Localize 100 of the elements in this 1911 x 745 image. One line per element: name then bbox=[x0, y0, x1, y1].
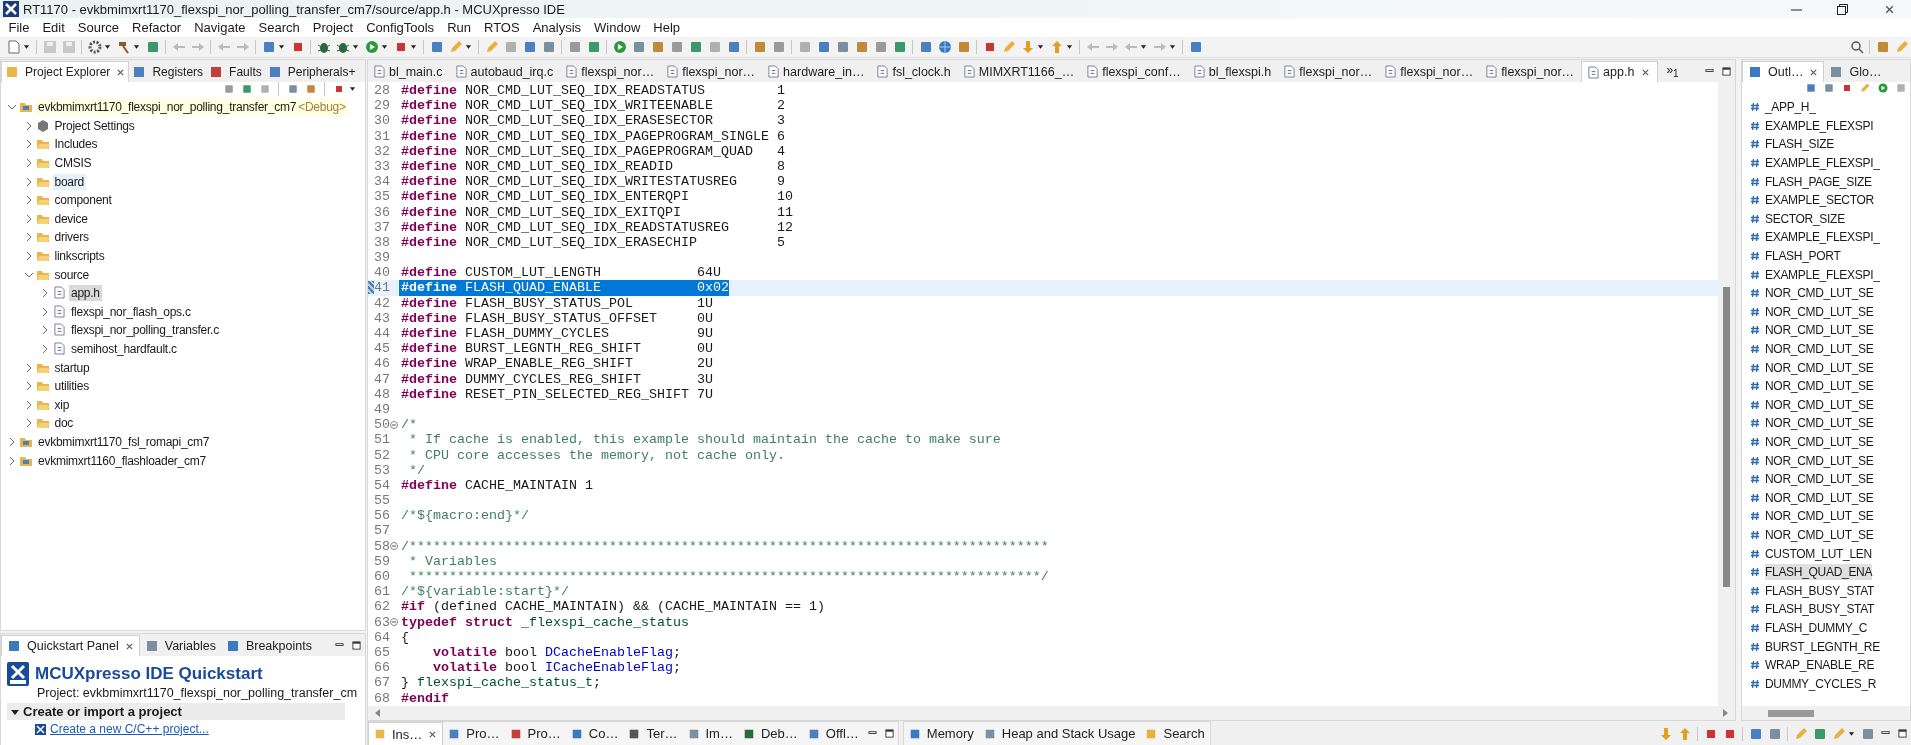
outline-item[interactable]: EXAMPLE_FLEXSPI_ bbox=[1765, 155, 1880, 172]
tab[interactable]: Registers bbox=[129, 61, 207, 82]
editor-tab[interactable]: fsl_clock.h bbox=[871, 61, 958, 82]
search-icon[interactable] bbox=[1848, 39, 1865, 55]
editor-tab[interactable]: flexspi_nor… bbox=[1379, 61, 1481, 82]
tree-item[interactable]: evkmimxrt1160_flashloader_cm7 bbox=[36, 452, 208, 469]
tree-item[interactable]: source bbox=[52, 266, 92, 283]
chevron-icon[interactable] bbox=[40, 306, 50, 317]
fold-icon[interactable] bbox=[390, 618, 398, 627]
close-icon[interactable] bbox=[124, 641, 134, 651]
tree-item[interactable]: drivers bbox=[52, 229, 91, 246]
scroll-right-icon[interactable] bbox=[1721, 709, 1729, 717]
menu-item[interactable]: RTOS bbox=[477, 20, 527, 35]
square-icon[interactable] bbox=[258, 82, 271, 95]
chevron-icon[interactable] bbox=[40, 344, 50, 354]
outline-item[interactable]: FLASH_QUAD_ENA bbox=[1765, 564, 1873, 581]
tree-item[interactable]: flexspi_nor_polling_transfer.c bbox=[69, 322, 221, 339]
tree-item[interactable]: app.h bbox=[69, 285, 102, 302]
menu-item[interactable]: Project bbox=[306, 20, 360, 35]
tab[interactable]: Project Explorer bbox=[1, 61, 130, 82]
outline-item[interactable]: NOR_CMD_LUT_SE bbox=[1765, 396, 1874, 413]
chevron-icon[interactable] bbox=[7, 437, 17, 447]
menu-item[interactable]: Refactor bbox=[125, 20, 188, 35]
editor-tab[interactable]: app.h bbox=[1581, 61, 1659, 82]
menu-item[interactable]: ConfigTools bbox=[359, 20, 441, 35]
close-icon[interactable] bbox=[428, 729, 438, 739]
play-icon[interactable] bbox=[1876, 82, 1889, 94]
play-icon[interactable] bbox=[611, 39, 628, 55]
tree-item[interactable]: utilities bbox=[52, 378, 91, 395]
outline-item[interactable]: NOR_CMD_LUT_SE bbox=[1765, 508, 1874, 525]
square-icon[interactable] bbox=[1804, 82, 1817, 94]
square-icon[interactable] bbox=[240, 82, 253, 95]
restore-icon[interactable] bbox=[1836, 3, 1848, 15]
editor-tab[interactable]: flexspi_nor… bbox=[1278, 61, 1380, 82]
tab[interactable]: Glo… bbox=[1824, 61, 1887, 82]
editor-tab[interactable]: flexspi_nor… bbox=[661, 61, 763, 82]
tree-item[interactable]: startup bbox=[52, 359, 92, 376]
outline-item[interactable]: WRAP_ENABLE_RE bbox=[1765, 657, 1875, 674]
outline-item[interactable]: FLASH_BUSY_STAT bbox=[1765, 582, 1875, 599]
outline-item[interactable]: NOR_CMD_LUT_SE bbox=[1765, 341, 1874, 357]
tab[interactable]: Pro… bbox=[504, 722, 566, 745]
tab[interactable]: Variables bbox=[139, 635, 221, 656]
editor-tab[interactable]: bl_flexspi.h bbox=[1187, 61, 1279, 82]
maximize-icon[interactable] bbox=[1722, 66, 1731, 76]
outline-item[interactable]: FLASH_SIZE bbox=[1765, 136, 1835, 153]
outline-item[interactable]: NOR_CMD_LUT_SE bbox=[1765, 526, 1874, 543]
more-tabs-button[interactable]: »$_{1}$ bbox=[1658, 62, 1687, 80]
tab[interactable]: Ins… bbox=[368, 722, 444, 745]
editor-tab[interactable]: flexspi_conf… bbox=[1081, 61, 1188, 82]
tree-item[interactable]: device bbox=[52, 210, 90, 227]
square-icon[interactable] bbox=[222, 82, 235, 95]
tab[interactable]: Breakpoints bbox=[220, 635, 317, 656]
maximize-icon[interactable] bbox=[1898, 729, 1907, 738]
outline-item[interactable]: NOR_CMD_LUT_SE bbox=[1765, 415, 1874, 432]
tab[interactable]: Memory bbox=[903, 722, 979, 745]
outline-item[interactable]: NOR_CMD_LUT_SE bbox=[1765, 378, 1874, 395]
tab[interactable]: Quickstart Panel bbox=[1, 635, 140, 656]
gear-icon[interactable] bbox=[86, 39, 103, 55]
editor-tab[interactable]: bl_main.c bbox=[368, 61, 450, 82]
tab[interactable]: Co… bbox=[565, 722, 624, 745]
scroll-left-icon[interactable] bbox=[374, 709, 382, 717]
tree-item[interactable]: component bbox=[52, 192, 114, 209]
tree-item[interactable]: semihost_hardfault.c bbox=[69, 341, 179, 357]
editor-tab[interactable]: hardware_in… bbox=[762, 61, 872, 82]
outline-item[interactable]: NOR_CMD_LUT_SE bbox=[1765, 434, 1874, 450]
chevron-icon[interactable] bbox=[40, 288, 50, 299]
menu-item[interactable]: Run bbox=[440, 20, 478, 35]
tab[interactable]: Ter… bbox=[623, 722, 683, 745]
editor-tab[interactable]: flexspi_nor… bbox=[1480, 61, 1582, 82]
outline-item[interactable]: NOR_CMD_LUT_SE bbox=[1765, 452, 1874, 469]
outline-item[interactable]: _APP_H_ bbox=[1765, 99, 1816, 116]
tree-item[interactable]: evkbmimxrt1170_fsl_romapi_cm7 bbox=[36, 434, 212, 450]
close-icon[interactable] bbox=[116, 67, 126, 77]
outline-item[interactable]: EXAMPLE_FLEXSPI_ bbox=[1765, 229, 1880, 246]
tab[interactable]: Deb… bbox=[737, 722, 803, 745]
outline-item[interactable]: NOR_CMD_LUT_SE bbox=[1765, 359, 1874, 376]
outline-item[interactable]: NOR_CMD_LUT_SE bbox=[1765, 303, 1874, 320]
close-icon[interactable] bbox=[1641, 67, 1651, 77]
outline-item[interactable]: EXAMPLE_FLEXSPI_ bbox=[1765, 266, 1880, 283]
tab[interactable]: Search bbox=[1140, 722, 1210, 745]
globe-icon[interactable] bbox=[936, 39, 953, 55]
editor-tab[interactable]: flexspi_nor… bbox=[560, 61, 662, 82]
outline-item[interactable]: NOR_CMD_LUT_SE bbox=[1765, 489, 1874, 506]
maximize-icon[interactable] bbox=[884, 729, 894, 738]
menu-item[interactable]: Edit bbox=[35, 20, 72, 35]
tab[interactable]: Pro… bbox=[443, 722, 505, 745]
outline-item[interactable]: FLASH_PORT bbox=[1765, 248, 1841, 265]
outline-item[interactable]: NOR_CMD_LUT_SE bbox=[1765, 285, 1874, 302]
outline-item[interactable]: BURST_LEGNTH_RE bbox=[1765, 638, 1880, 655]
outline-item[interactable]: DUMMY_CYCLES_R bbox=[1765, 675, 1877, 692]
editor-tab[interactable]: autobaud_irq.c bbox=[449, 61, 561, 82]
menu-item[interactable]: File bbox=[2, 20, 36, 35]
tree-item[interactable]: linkscripts bbox=[52, 248, 107, 265]
tree-item[interactable]: board bbox=[52, 173, 86, 190]
tab[interactable]: Im… bbox=[682, 722, 738, 745]
outline-item[interactable]: NOR_CMD_LUT_SE bbox=[1765, 471, 1874, 488]
fold-icon[interactable] bbox=[390, 420, 398, 429]
square-icon[interactable] bbox=[286, 82, 299, 95]
tree-item[interactable]: flexspi_nor_flash_ops.c bbox=[69, 303, 193, 320]
outline-item[interactable]: SECTOR_SIZE bbox=[1765, 210, 1845, 227]
